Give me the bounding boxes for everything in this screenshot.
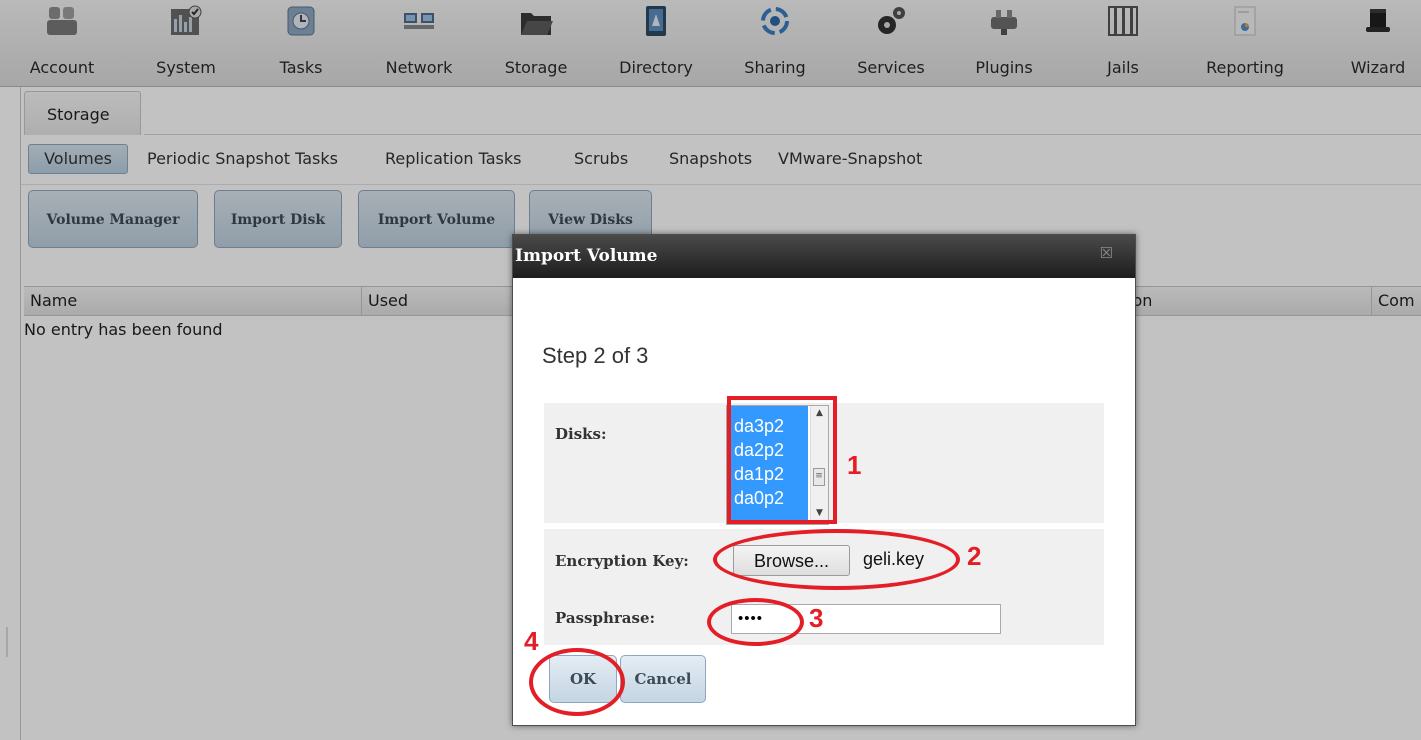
- disks-label: Disks:: [555, 425, 607, 443]
- passphrase-label: Passphrase:: [555, 609, 656, 627]
- cancel-button[interactable]: Cancel: [620, 655, 706, 703]
- encryption-key-label: Encryption Key:: [555, 552, 689, 570]
- annotation-ellipse-passphrase: [707, 598, 804, 646]
- close-icon[interactable]: ☒: [1100, 244, 1113, 262]
- annotation-number: 3: [809, 603, 824, 633]
- annotation-box-disks: [727, 396, 837, 524]
- annotation-number: 2: [967, 541, 982, 571]
- annotation-number: 4: [524, 626, 539, 656]
- annotation-ellipse-ok: [529, 648, 625, 716]
- step-indicator: Step 2 of 3: [542, 343, 649, 368]
- dialog-title: Import Volume: [515, 246, 658, 266]
- passphrase-row: Passphrase: ••••: [544, 591, 1104, 645]
- annotation-number: 1: [847, 450, 862, 480]
- annotation-ellipse-key: [713, 529, 960, 590]
- dialog-title-bar[interactable]: Import Volume ☒: [513, 235, 1135, 278]
